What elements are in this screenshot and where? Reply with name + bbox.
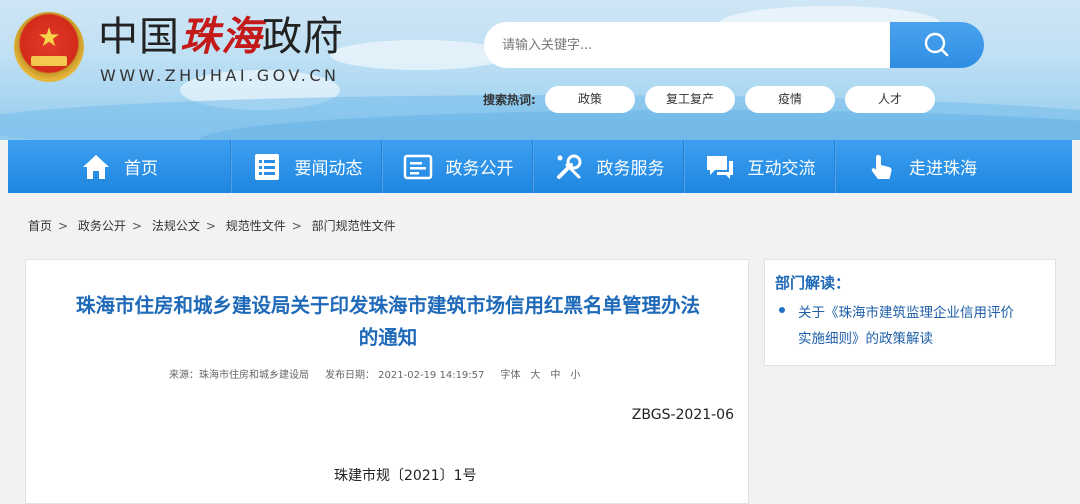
- article-title: 珠海市住房和城乡建设局关于印发珠海市建筑市场信用红黑名单管理办法 的通知: [38, 290, 738, 354]
- font-size-label: 字体: [500, 370, 521, 381]
- search-icon: [924, 32, 949, 57]
- font-size-small[interactable]: 小: [570, 370, 580, 381]
- nav-label: 要闻动态: [294, 159, 363, 179]
- site-logo-title[interactable]: 中国珠海政府: [98, 13, 344, 61]
- hot-word-tag[interactable]: 政策: [545, 86, 635, 113]
- nav-label: 政务公开: [445, 159, 514, 179]
- title-suffix: 政府: [262, 14, 344, 60]
- article-panel: 珠海市住房和城乡建设局关于印发珠海市建筑市场信用红黑名单管理办法 的通知 来源：…: [25, 259, 749, 504]
- main-nav: 首页 要闻动态 政务公开 政务服务 互动交流 走进珠海: [8, 140, 1072, 193]
- document-icon: [403, 154, 432, 179]
- hot-word-tag[interactable]: 复工复产: [645, 86, 735, 113]
- breadcrumb-link[interactable]: 规范性文件: [226, 219, 286, 233]
- tools-icon: [556, 154, 581, 179]
- article-title-line: 珠海市住房和城乡建设局关于印发珠海市建筑市场信用红黑名单管理办法: [75, 294, 700, 317]
- article-meta: 来源：珠海市住房和城乡建设局 发布日期： 2021-02-19 14:19:57 字…: [169, 369, 580, 383]
- interpretation-link[interactable]: 关于《珠海市建筑监理企业信用评价 实施细则》的政策解读: [798, 300, 1048, 352]
- site-header: ★ 中国珠海政府 WWW.ZHUHAI.GOV.CN 搜索热词: 政策 复工复产…: [0, 0, 1080, 140]
- font-size-large[interactable]: 大: [530, 370, 540, 381]
- national-emblem-icon[interactable]: ★: [14, 12, 84, 82]
- document-number: 珠建市规〔2021〕1号: [334, 468, 477, 484]
- hot-words-label: 搜索热词:: [483, 93, 536, 107]
- sidebar-title: 部门解读：: [775, 274, 851, 292]
- title-prefix: 中国: [98, 14, 180, 60]
- breadcrumb-separator: >: [58, 219, 69, 233]
- nav-label: 走进珠海: [909, 159, 977, 179]
- news-list-icon: [254, 153, 279, 180]
- bullet-icon: [779, 307, 785, 313]
- pointer-icon: [871, 154, 892, 179]
- nav-item-gov-affairs[interactable]: 政务公开: [383, 140, 532, 193]
- breadcrumb-link[interactable]: 部门规范性文件: [312, 219, 396, 233]
- breadcrumb-separator: >: [291, 219, 302, 233]
- breadcrumb-link[interactable]: 政务公开: [78, 219, 126, 233]
- search-input[interactable]: [484, 22, 889, 68]
- site-domain: WWW.ZHUHAI.GOV.CN: [100, 66, 340, 85]
- dept-interpretation-panel: 部门解读： 关于《珠海市建筑监理企业信用评价 实施细则》的政策解读: [764, 259, 1056, 366]
- search-button[interactable]: [890, 22, 984, 68]
- nav-label: 首页: [124, 159, 158, 179]
- breadcrumb-separator: >: [131, 219, 142, 233]
- cloud-decoration: [330, 40, 510, 70]
- nav-item-home[interactable]: 首页: [8, 140, 230, 193]
- search-bar: [484, 22, 984, 68]
- hot-word-tag[interactable]: 人才: [845, 86, 935, 113]
- nav-item-about-zhuhai[interactable]: 走进珠海: [836, 140, 1006, 193]
- link-line: 实施细则》的政策解读: [798, 331, 933, 347]
- breadcrumb-separator: >: [205, 219, 216, 233]
- article-source: 来源：珠海市住房和城乡建设局: [169, 370, 309, 381]
- chat-icon: [706, 155, 733, 179]
- nav-label: 互动交流: [747, 159, 816, 179]
- nav-item-interaction[interactable]: 互动交流: [685, 140, 834, 193]
- document-code: ZBGS-2021-06: [631, 407, 734, 423]
- nav-item-news[interactable]: 要闻动态: [232, 140, 381, 193]
- title-calligraphy: 珠海: [180, 13, 262, 60]
- font-size-medium[interactable]: 中: [550, 370, 560, 381]
- breadcrumb-link[interactable]: 首页: [28, 219, 52, 233]
- breadcrumb-link[interactable]: 法规公文: [152, 219, 200, 233]
- hot-word-tag[interactable]: 疫情: [745, 86, 835, 113]
- article-date: 发布日期： 2021-02-19 14:19:57: [325, 370, 485, 381]
- link-line: 关于《珠海市建筑监理企业信用评价: [798, 305, 1014, 321]
- nav-item-gov-services[interactable]: 政务服务: [534, 140, 683, 193]
- home-icon: [83, 154, 109, 179]
- article-title-line: 的通知: [358, 326, 418, 349]
- breadcrumb: 首页 > 政务公开 > 法规公文 > 规范性文件 > 部门规范性文件: [28, 218, 396, 234]
- nav-label: 政务服务: [596, 159, 665, 179]
